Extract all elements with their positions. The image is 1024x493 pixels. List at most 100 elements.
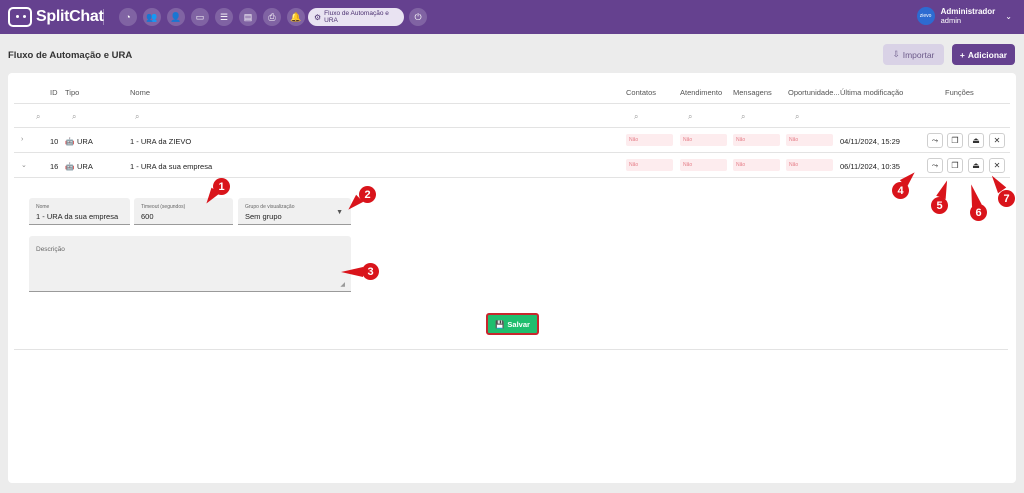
active-tab-automation[interactable]: ⚙ Fluxo de Automação e URA [308,8,404,26]
header-contatos[interactable]: Contatos [626,88,656,97]
plus-icon: + [959,49,965,60]
import-icon: ⇩ [892,49,900,59]
chevron-down-icon[interactable]: ⌄ [21,161,27,169]
timeout-value: 600 [141,212,154,221]
header-mensagens[interactable]: Mensagens [733,88,772,97]
header-tipo[interactable]: Tipo [65,88,79,97]
import-label: Importar [902,49,935,60]
duplicate-button[interactable]: ❐ [947,158,963,173]
callout-pointer [341,267,363,277]
robot-icon: 🤖 [65,137,75,146]
header-nome[interactable]: Nome [130,88,150,97]
status-badge: Não [626,159,673,171]
add-label: Adicionar [967,49,1008,60]
avatar: zievo [916,7,935,25]
document-icon[interactable]: ▤ [239,8,257,26]
header-atendimento[interactable]: Atendimento [680,88,722,97]
save-button[interactable]: 💾 Salvar [486,313,539,335]
resize-handle-icon[interactable]: ◢ [340,281,345,288]
delete-button[interactable]: ✕ [989,133,1005,148]
header-funcoes: Funções [945,88,974,97]
row-id: 10 [50,137,59,146]
flow-editor-button[interactable]: ⤳ [927,133,943,148]
robot-icon: 🤖 [65,162,75,171]
chevron-down-icon: ⌄ [1005,11,1012,21]
flow-editor-button[interactable]: ⤳ [927,158,943,173]
export-icon: ⏏ [972,161,980,170]
row-tipo: URA [77,137,93,146]
chat-icon[interactable]: ▭ [191,8,209,26]
import-button[interactable]: ⇩ Importar [883,44,944,65]
row-ultima-modificacao: 04/11/2024, 15:29 [840,137,900,146]
callout-badge: 7 [998,190,1015,207]
duplicate-button[interactable]: ❐ [947,133,963,148]
header-oportunidade[interactable]: Oportunidade... [788,88,840,97]
status-badge: Não [680,134,727,146]
search-icon[interactable]: ⌕ [135,112,139,122]
power-icon[interactable]: ⏻ [409,8,427,26]
copy-icon: ❐ [951,161,959,170]
logo[interactable]: SplitChat [8,7,104,27]
grupo-label: Grupo de visualização [245,204,295,210]
status-badge: Não [733,134,780,146]
row-nome: 1 - URA da sua empresa [130,162,213,171]
nome-value: 1 - URA da sua empresa [36,212,119,221]
chevron-right-icon[interactable]: › [21,136,23,143]
search-icon[interactable]: ⌕ [36,112,40,122]
callout-badge: 5 [931,197,948,214]
nav-icons: ◔ 👥 👤 ▭ ☰ ▤ ⎙ 🔔 [119,8,305,26]
status-badge: Não [680,159,727,171]
nome-field[interactable]: Nome 1 - URA da sua empresa [29,198,130,225]
header-ultima-modificacao[interactable]: Última modificação [840,88,903,97]
nome-label: Nome [36,204,50,210]
save-icon: 💾 [495,319,505,329]
row-tipo: URA [77,162,93,171]
top-bar: SplitChat ◔ 👥 👤 ▭ ☰ ▤ ⎙ 🔔 ⚙ Fluxo de Aut… [0,0,1024,34]
search-icon[interactable]: ⌕ [741,112,745,122]
status-badge: Não [786,159,833,171]
callout-badge: 3 [362,263,379,280]
header-id[interactable]: ID [50,88,58,97]
dashboard-icon[interactable]: ◔ [119,8,137,26]
export-button[interactable]: ⏏ [968,158,984,173]
search-icon[interactable]: ⌕ [72,112,76,122]
status-badge: Não [626,134,673,146]
timeout-label: Timeout (segundos) [141,204,186,210]
print-icon[interactable]: ⎙ [263,8,281,26]
user-config-icon[interactable]: 👤 [167,8,185,26]
export-icon: ⏏ [972,136,980,145]
contacts-icon[interactable]: 👥 [143,8,161,26]
export-button[interactable]: ⏏ [968,133,984,148]
divider [14,349,1008,350]
delete-button[interactable]: ✕ [989,158,1005,173]
table-header: ID Tipo Nome Contatos Atendimento Mensag… [14,83,1010,103]
user-role: admin [940,16,962,25]
timeout-field[interactable]: Timeout (segundos) 600 [134,198,233,225]
row-ultima-modificacao: 06/11/2024, 10:35 [840,162,900,171]
descricao-textarea[interactable]: Descrição ◢ [29,236,351,292]
bell-icon[interactable]: 🔔 [287,8,305,26]
status-badge: Não [786,134,833,146]
grupo-value: Sem grupo [245,212,282,221]
divider [103,9,104,25]
search-icon[interactable]: ⌕ [634,112,638,122]
list-icon[interactable]: ☰ [215,8,233,26]
gear-icon: ⚙ [314,12,322,22]
active-tab-label: Fluxo de Automação e URA [324,10,389,24]
close-icon: ✕ [993,161,1001,170]
search-icon[interactable]: ⌕ [795,112,799,122]
table-row[interactable]: › 10 🤖 URA 1 - URA da ZIEVO Não Não Não … [14,128,1010,153]
copy-icon: ❐ [951,136,959,145]
row-id: 16 [50,162,59,171]
page-title: Fluxo de Automação e URA [8,50,133,61]
logo-text: SplitChat [36,8,104,25]
flow-icon: ⤳ [931,160,939,170]
user-menu[interactable]: zievo Administrador admin ⌄ [916,7,1012,25]
add-button[interactable]: + Adicionar [952,44,1015,65]
chat-logo-icon [8,7,32,27]
flow-icon: ⤳ [931,135,939,145]
status-badge: Não [733,159,780,171]
table-row[interactable]: ⌄ 16 🤖 URA 1 - URA da sua empresa Não Nã… [14,153,1010,178]
search-icon[interactable]: ⌕ [688,112,692,122]
grupo-select[interactable]: Grupo de visualização Sem grupo ▼ [238,198,351,225]
